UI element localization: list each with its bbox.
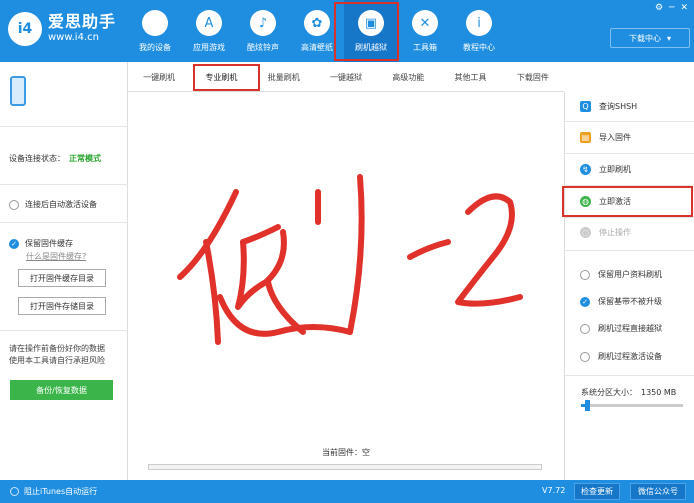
divider	[565, 375, 694, 376]
check-icon[interactable]: ✓	[580, 296, 590, 307]
open-store-dir-button[interactable]: 打开固件存储目录	[18, 297, 106, 315]
nav-my-device[interactable]: 我的设备	[128, 0, 182, 62]
minimize-icon[interactable]: ─	[669, 3, 674, 13]
nav-toolbox[interactable]: ✕ 工具箱	[398, 0, 452, 62]
radio-icon[interactable]	[10, 487, 19, 496]
apple-icon	[142, 10, 168, 36]
handwritten-annotation	[177, 174, 523, 345]
partition-size: 系统分区大小： 1350 MB	[581, 388, 677, 397]
tab-bar: 一键刷机 专业刷机 批量刷机 一键越狱 高级功能 其他工具 下载固件	[128, 62, 564, 92]
activate-now-button[interactable]: ◍ 立即激活	[580, 196, 631, 207]
search-icon: Q	[580, 101, 591, 112]
tab-advanced[interactable]: 高级功能	[377, 62, 439, 92]
flash-now-button[interactable]: ↯ 立即刷机	[580, 164, 631, 175]
divider	[565, 217, 694, 218]
radio-icon[interactable]	[580, 323, 590, 334]
version-label: V7.72	[542, 486, 566, 495]
device-status: 设备连接状态： 正常模式	[9, 154, 101, 163]
radio-icon[interactable]	[580, 351, 590, 362]
slider-handle[interactable]	[585, 400, 590, 411]
main-content: 当前固件：空	[128, 92, 564, 480]
nav-apps-games[interactable]: A 应用游戏	[182, 0, 236, 62]
window-controls: ⚙ ─ ✕	[655, 3, 688, 13]
download-center-button[interactable]: 下载中心 ▾	[610, 28, 690, 48]
check-icon[interactable]: ✓	[9, 238, 19, 249]
open-cache-dir-button[interactable]: 打开固件缓存目录	[18, 269, 106, 287]
jailbreak-during-flash-option[interactable]: 刷机过程直接越狱	[580, 323, 662, 334]
current-firmware: 当前固件：空	[322, 448, 370, 457]
radio-icon[interactable]	[580, 269, 590, 280]
keep-baseband-option[interactable]: ✓ 保留基带不被升级	[580, 296, 662, 307]
divider	[565, 185, 694, 186]
chevron-down-icon: ▾	[666, 33, 671, 43]
block-itunes-option[interactable]: 阻止iTunes自动运行	[10, 486, 97, 497]
bell-icon: ♪	[250, 10, 276, 36]
box-icon: ▣	[358, 10, 384, 36]
tools-icon: ✕	[412, 10, 438, 36]
app-logo: i4 爱思助手 www.i4.cn	[8, 12, 116, 46]
tab-one-click-jailbreak[interactable]: 一键越狱	[315, 62, 377, 92]
progress-bar	[148, 464, 542, 470]
import-firmware-button[interactable]: ▤ 导入固件	[580, 132, 631, 143]
tab-batch-flash[interactable]: 批量刷机	[253, 62, 315, 92]
partition-size-slider[interactable]	[581, 400, 683, 411]
status-bar: 阻止iTunes自动运行 V7.72 检查更新 微信公众号	[0, 480, 694, 503]
divider	[0, 330, 128, 331]
flash-icon: ↯	[580, 164, 591, 175]
divider	[565, 121, 694, 122]
nav-tutorials[interactable]: i 教程中心	[452, 0, 506, 62]
logo-badge-icon: i4	[8, 12, 42, 46]
right-panel: Q 查询SHSH ▤ 导入固件 ↯ 立即刷机 ◍ 立即激活 ◌ 停止操作 保留用…	[564, 92, 694, 480]
app-title: 爱思助手	[48, 12, 117, 31]
stop-icon: ◌	[580, 227, 591, 238]
close-icon[interactable]: ✕	[680, 3, 688, 13]
app-store-icon: A	[196, 10, 222, 36]
phone-icon	[10, 76, 26, 106]
divider	[0, 184, 128, 185]
info-icon: i	[466, 10, 492, 36]
risk-warning: 请在操作前备份好你的数据 使用本工具请自行承担风险	[9, 344, 105, 365]
auto-activate-option[interactable]: 连接后自动激活设备	[9, 199, 97, 210]
divider	[0, 126, 128, 127]
backup-restore-button[interactable]: 备份/恢复数据	[10, 380, 113, 400]
radio-icon[interactable]	[9, 199, 19, 210]
tab-other-tools[interactable]: 其他工具	[439, 62, 501, 92]
main-nav: 我的设备 A 应用游戏 ♪ 酷炫铃声 ✿ 高清壁纸 ▣ 刷机越狱 ✕ 工具箱 i 教程中心	[128, 0, 506, 62]
status-badge: 正常模式	[69, 154, 101, 163]
flower-icon: ✿	[304, 10, 330, 36]
tab-pro-flash[interactable]: 专业刷机	[190, 62, 252, 92]
import-icon: ▤	[580, 132, 591, 143]
what-is-cache-link[interactable]: 什么是固件缓存?	[26, 251, 86, 262]
nav-flash-jailbreak[interactable]: ▣ 刷机越狱	[344, 0, 398, 62]
activate-during-flash-option[interactable]: 刷机过程激活设备	[580, 351, 662, 362]
wechat-button[interactable]: 微信公众号	[630, 483, 686, 500]
title-bar: i4 爱思助手 www.i4.cn 我的设备 A 应用游戏 ♪ 酷炫铃声 ✿ 高清壁纸…	[0, 0, 694, 62]
tab-one-click-flash[interactable]: 一键刷机	[128, 62, 190, 92]
divider	[565, 250, 694, 251]
app-url: www.i4.cn	[48, 32, 99, 43]
keep-user-data-option[interactable]: 保留用户资料刷机	[580, 269, 662, 280]
left-panel: 设备连接状态： 正常模式 连接后自动激活设备 ✓ 保留固件缓存 什么是固件缓存? …	[0, 62, 128, 480]
globe-icon: ◍	[580, 196, 591, 207]
divider	[565, 153, 694, 154]
keep-cache-option[interactable]: ✓ 保留固件缓存	[9, 238, 73, 249]
query-shsh-button[interactable]: Q 查询SHSH	[580, 101, 637, 112]
divider	[0, 222, 128, 223]
settings-icon[interactable]: ⚙	[655, 3, 663, 13]
nav-ringtones[interactable]: ♪ 酷炫铃声	[236, 0, 290, 62]
stop-operation-button[interactable]: ◌ 停止操作	[580, 227, 631, 238]
tab-download-firmware[interactable]: 下载固件	[502, 62, 564, 92]
nav-wallpapers[interactable]: ✿ 高清壁纸	[290, 0, 344, 62]
check-update-button[interactable]: 检查更新	[574, 483, 620, 500]
